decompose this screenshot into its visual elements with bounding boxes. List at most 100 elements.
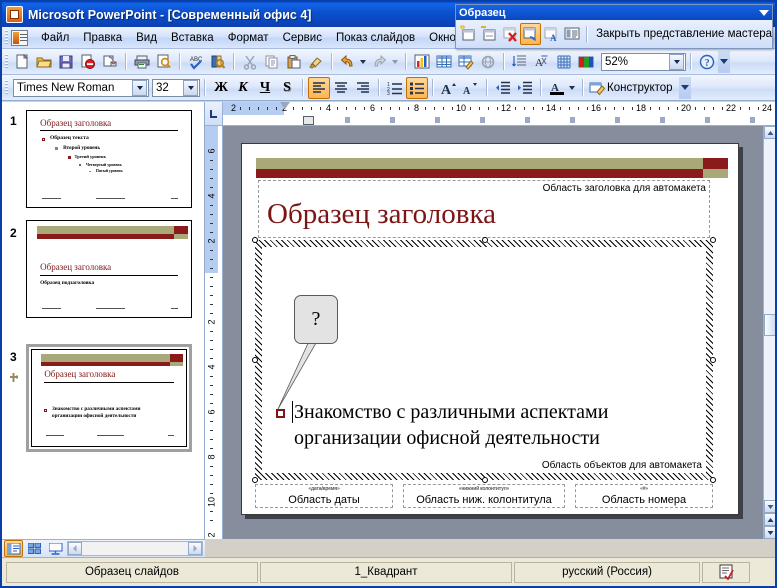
slide-workspace[interactable]: Область заголовка для автомакета Образец… xyxy=(223,126,763,539)
hyperlink-icon[interactable] xyxy=(477,51,499,73)
zoom-dropdown-icon[interactable] xyxy=(669,53,684,70)
bulleted-list-icon[interactable] xyxy=(406,76,428,99)
slide-thumbnail-1[interactable]: Образец заголовка Образец текста Второй … xyxy=(26,110,192,208)
undo-icon[interactable] xyxy=(337,51,359,73)
align-center-icon[interactable] xyxy=(330,77,352,99)
footer-placeholder[interactable]: «нижний колонтитул» Область ниж. колонти… xyxy=(403,484,565,508)
standard-toolbar-overflow[interactable] xyxy=(718,50,730,73)
slide-thumbnail-2[interactable]: Образец заголовка Образец подзаголовка xyxy=(26,220,192,318)
standard-toolbar-grip[interactable] xyxy=(5,54,8,69)
design-button-label[interactable]: Конструктор xyxy=(607,82,673,94)
design-icon[interactable] xyxy=(588,77,606,99)
formatting-toolbar-overflow[interactable] xyxy=(678,76,691,99)
show-formatting-icon[interactable]: A xyxy=(531,51,553,73)
master-toolbar-options-icon[interactable] xyxy=(759,9,769,16)
left-indent-marker[interactable] xyxy=(303,116,314,125)
title-placeholder[interactable]: Область заголовка для автомакета Образец… xyxy=(258,180,710,238)
grid-icon[interactable] xyxy=(553,51,575,73)
format-painter-icon[interactable] xyxy=(305,51,327,73)
resize-handle-w[interactable] xyxy=(252,357,258,363)
body-placeholder[interactable]: Область объектов для автомакета Знакомст… xyxy=(252,237,716,483)
first-line-indent-marker[interactable] xyxy=(280,102,290,109)
rename-master-icon[interactable]: A xyxy=(541,23,562,45)
open-icon[interactable] xyxy=(33,51,55,73)
resize-handle-s[interactable] xyxy=(482,477,488,483)
font-color-icon[interactable]: A xyxy=(546,77,568,99)
zoom-combo[interactable]: 52% xyxy=(601,52,686,71)
scroll-right-icon[interactable] xyxy=(188,542,202,555)
resize-handle-e[interactable] xyxy=(710,357,716,363)
font-name-dropdown-icon[interactable] xyxy=(132,79,147,96)
spelling-icon[interactable]: ABC xyxy=(185,51,207,73)
email-icon[interactable] xyxy=(99,51,121,73)
insert-table-icon[interactable] xyxy=(433,51,455,73)
print-icon[interactable] xyxy=(131,51,153,73)
resize-handle-ne[interactable] xyxy=(710,237,716,243)
help-icon[interactable]: ? xyxy=(696,51,718,73)
menu-item-edit[interactable]: Правка xyxy=(76,29,129,47)
color-scheme-icon[interactable] xyxy=(575,51,597,73)
scroll-left-icon[interactable] xyxy=(68,542,82,555)
resize-handle-n[interactable] xyxy=(482,237,488,243)
horizontal-ruler[interactable]: 2 2 4 6 8 10 12 14 16 18 20 22 24 xyxy=(223,102,775,126)
redo-icon[interactable] xyxy=(369,51,391,73)
research-icon[interactable] xyxy=(207,51,229,73)
resize-handle-sw[interactable] xyxy=(252,477,258,483)
next-slide-icon[interactable] xyxy=(764,526,775,539)
shadow-button[interactable]: S xyxy=(276,77,298,99)
slide-thumbnail-3[interactable]: Образец заголовка Знакомство с различным… xyxy=(26,344,192,452)
insert-chart-icon[interactable] xyxy=(411,51,433,73)
previous-slide-icon[interactable] xyxy=(764,513,775,526)
font-size-combo[interactable]: 32 xyxy=(152,78,200,97)
menu-grip[interactable] xyxy=(5,30,8,45)
vertical-ruler[interactable]: 6 4 2 2 4 6 8 10 2 xyxy=(205,126,223,539)
align-right-icon[interactable] xyxy=(352,77,374,99)
increase-indent-icon[interactable] xyxy=(514,77,536,99)
slide-sorter-view-icon[interactable] xyxy=(25,540,44,557)
decrease-font-icon[interactable]: A xyxy=(460,77,482,99)
thumbnails-horizontal-scrollbar[interactable] xyxy=(67,541,203,556)
tab-selector-button[interactable] xyxy=(205,102,223,126)
bold-button[interactable]: Ж xyxy=(210,77,232,99)
copy-icon[interactable] xyxy=(261,51,283,73)
font-color-dropdown-icon[interactable] xyxy=(569,85,575,90)
font-size-dropdown-icon[interactable] xyxy=(183,79,198,96)
new-icon[interactable] xyxy=(11,51,33,73)
document-control-icon[interactable] xyxy=(11,29,28,46)
date-placeholder[interactable]: «дата/время» Область даты xyxy=(255,484,393,508)
slide-canvas[interactable]: Область заголовка для автомакета Образец… xyxy=(241,143,739,515)
table-draw-icon[interactable] xyxy=(455,51,477,73)
print-preview-icon[interactable] xyxy=(153,51,175,73)
menu-item-insert[interactable]: Вставка xyxy=(164,29,221,47)
menu-item-file[interactable]: Файл xyxy=(34,29,76,47)
redo-dropdown-icon[interactable] xyxy=(392,59,398,64)
insert-new-master-icon[interactable] xyxy=(458,23,479,45)
save-icon[interactable] xyxy=(55,51,77,73)
numbered-list-icon[interactable]: 123 xyxy=(384,77,406,99)
vertical-scrollbar-thumb[interactable] xyxy=(764,314,775,336)
paste-icon[interactable] xyxy=(283,51,305,73)
menu-item-format[interactable]: Формат xyxy=(221,29,276,47)
decrease-indent-icon[interactable] xyxy=(492,77,514,99)
italic-button[interactable]: К xyxy=(232,77,254,99)
scroll-down-icon[interactable] xyxy=(764,500,775,513)
undo-dropdown-icon[interactable] xyxy=(360,59,366,64)
status-language[interactable]: русский (Россия) xyxy=(514,561,700,583)
resize-handle-nw[interactable] xyxy=(252,237,258,243)
menu-item-tools[interactable]: Сервис xyxy=(276,29,329,47)
increase-font-icon[interactable]: A xyxy=(438,77,460,99)
formatting-toolbar-grip[interactable] xyxy=(5,80,8,95)
preserve-master-icon[interactable] xyxy=(520,23,541,45)
normal-view-icon[interactable] xyxy=(4,540,23,557)
align-left-icon[interactable] xyxy=(308,76,330,99)
close-master-view-button[interactable]: Закрыть представление мастера xyxy=(596,28,772,40)
slide-number-placeholder[interactable]: «#» Область номера xyxy=(575,484,713,508)
menu-item-view[interactable]: Вид xyxy=(129,29,164,47)
underline-button[interactable]: Ч xyxy=(254,77,276,99)
workspace-vertical-scrollbar[interactable] xyxy=(763,126,775,539)
resize-handle-se[interactable] xyxy=(710,477,716,483)
expand-all-icon[interactable] xyxy=(509,51,531,73)
scroll-up-icon[interactable] xyxy=(764,126,775,139)
callout-balloon[interactable]: ? xyxy=(294,295,338,344)
insert-new-layout-icon[interactable] xyxy=(479,23,500,45)
